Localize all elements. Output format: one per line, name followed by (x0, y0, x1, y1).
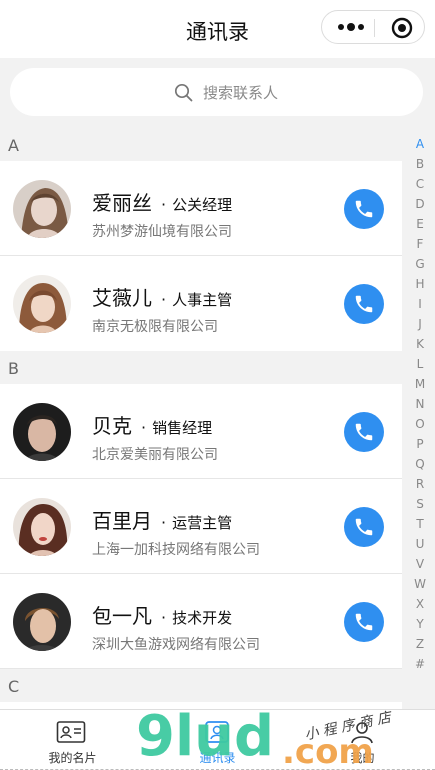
index-letter[interactable]: V (405, 554, 435, 574)
index-letter[interactable]: U (405, 534, 435, 554)
contact-list[interactable]: A 爱丽丝 · 公关经理 苏州梦游仙境有限公司 艾薇儿 · 人事主管 南京无极限… (0, 128, 402, 710)
person-icon (351, 722, 373, 744)
top-nav-bar: 通讯录 (0, 0, 435, 58)
contact-name: 爱丽丝 (92, 191, 152, 215)
index-letter[interactable]: A (405, 134, 435, 154)
section-letter: B (8, 359, 19, 378)
separator-dot: · (141, 418, 147, 437)
contacts-icon (205, 721, 229, 743)
contact-role: 运营主管 (172, 514, 233, 532)
contact-role: 销售经理 (152, 419, 213, 437)
separator-dot: · (161, 290, 167, 309)
index-letter[interactable]: X (405, 594, 435, 614)
index-letter[interactable]: J (405, 314, 435, 334)
contact-name: 百里月 (92, 509, 152, 533)
contact-name-line: 包一凡 · 技术开发 (92, 600, 232, 629)
call-button[interactable] (344, 602, 384, 642)
index-letter[interactable]: M (405, 374, 435, 394)
search-input[interactable]: 搜索联系人 (10, 68, 423, 116)
index-letter[interactable]: Y (405, 614, 435, 634)
phone-icon (355, 200, 373, 218)
index-letter[interactable]: P (405, 434, 435, 454)
contact-name-line: 贝克 · 销售经理 (92, 410, 212, 439)
index-letter[interactable]: B (405, 154, 435, 174)
index-letter[interactable]: N (405, 394, 435, 414)
section-letter: C (8, 677, 20, 696)
contact-name: 艾薇儿 (92, 286, 152, 310)
contact-row[interactable]: 包一凡 · 技术开发 深圳大鱼游戏网络有限公司 (0, 574, 402, 669)
call-button[interactable] (344, 189, 384, 229)
search-placeholder: 搜索联系人 (203, 84, 279, 102)
index-letter[interactable]: Q (405, 454, 435, 474)
section-header-a: A (0, 128, 402, 161)
close-miniprogram-icon[interactable] (391, 17, 413, 39)
contact-row[interactable]: 百里月 · 运营主管 上海一加科技网络有限公司 (0, 479, 402, 574)
card-icon (56, 721, 86, 743)
index-letter[interactable]: H (405, 274, 435, 294)
contact-row[interactable]: 爱丽丝 · 公关经理 苏州梦游仙境有限公司 (0, 161, 402, 256)
index-letter[interactable]: F (405, 234, 435, 254)
tab-label: 我的名片 (48, 751, 97, 765)
avatar (13, 180, 71, 238)
section-header-b: B (0, 351, 402, 384)
index-letter[interactable]: L (405, 354, 435, 374)
index-letter[interactable]: R (405, 474, 435, 494)
contact-company: 深圳大鱼游戏网络有限公司 (92, 637, 260, 653)
index-letter[interactable]: E (405, 214, 435, 234)
index-letter[interactable]: C (405, 174, 435, 194)
contact-role: 人事主管 (172, 291, 233, 309)
search-icon (174, 83, 193, 102)
contact-row[interactable]: 艾薇儿 · 人事主管 南京无极限有限公司 (0, 256, 402, 351)
phone-icon (355, 295, 373, 313)
contact-company: 南京无极限有限公司 (92, 319, 218, 335)
more-icon[interactable] (336, 21, 366, 33)
contact-name-line: 爱丽丝 · 公关经理 (92, 187, 232, 216)
call-button[interactable] (344, 507, 384, 547)
phone-icon (355, 423, 373, 441)
index-letter[interactable]: W (405, 574, 435, 594)
phone-icon (355, 518, 373, 536)
call-button[interactable] (344, 284, 384, 324)
contact-name: 贝克 (92, 414, 132, 438)
tab-label: 我的 (350, 751, 375, 765)
tab-label: 通讯录 (199, 751, 236, 765)
index-letter[interactable]: K (405, 334, 435, 354)
contact-company: 北京爱美丽有限公司 (92, 447, 218, 463)
call-button[interactable] (344, 412, 384, 452)
avatar (13, 275, 71, 333)
search-area: 搜索联系人 (0, 58, 435, 128)
index-letter[interactable]: S (405, 494, 435, 514)
tab-my-card[interactable]: 我的名片 (0, 710, 145, 770)
contact-row[interactable]: 贝克 · 销售经理 北京爱美丽有限公司 (0, 384, 402, 479)
separator-dot: · (161, 195, 167, 214)
separator-dot: · (161, 608, 167, 627)
section-letter: A (8, 136, 19, 155)
miniprogram-capsule (321, 10, 425, 44)
contact-role: 技术开发 (172, 609, 233, 627)
contact-name-line: 百里月 · 运营主管 (92, 505, 232, 534)
tab-bar: 我的名片 通讯录 我的 (0, 709, 435, 770)
contact-name-line: 艾薇儿 · 人事主管 (92, 282, 232, 311)
avatar (13, 498, 71, 556)
index-letter[interactable]: G (405, 254, 435, 274)
index-letter[interactable]: I (405, 294, 435, 314)
section-header-c: C (0, 669, 402, 702)
index-letter[interactable]: D (405, 194, 435, 214)
avatar (13, 593, 71, 651)
index-letter[interactable]: # (405, 654, 435, 674)
separator-dot: · (161, 513, 167, 532)
contact-name: 包一凡 (92, 604, 152, 628)
index-letter[interactable]: O (405, 414, 435, 434)
index-letter[interactable]: Z (405, 634, 435, 654)
avatar (13, 403, 71, 461)
alphabet-index[interactable]: A B C D E F G H I J K L M N O P Q R S T U V W X Y Z # (405, 134, 435, 710)
tab-contacts[interactable]: 通讯录 (145, 710, 290, 770)
index-letter[interactable]: T (405, 514, 435, 534)
phone-icon (355, 613, 373, 631)
capsule-divider (374, 19, 375, 37)
contact-company: 苏州梦游仙境有限公司 (92, 224, 232, 240)
tab-mine[interactable]: 我的 (290, 710, 435, 770)
contact-role: 公关经理 (172, 196, 233, 214)
contact-company: 上海一加科技网络有限公司 (92, 542, 260, 558)
